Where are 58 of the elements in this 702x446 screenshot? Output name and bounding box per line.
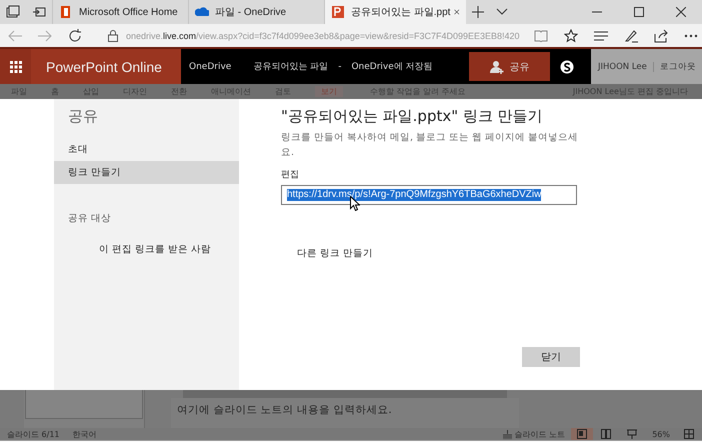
notes-button[interactable]: 슬라이드 노트 (502, 428, 566, 440)
close-icon[interactable] (454, 7, 460, 17)
sidebar-item[interactable]: 초대 (54, 138, 239, 161)
sidebar-item[interactable]: 링크 만들기 (54, 161, 239, 184)
slide-thumbnail[interactable] (25, 390, 143, 419)
sign-out-link[interactable]: 로그아웃 (660, 60, 696, 72)
refresh-icon[interactable] (68, 28, 82, 42)
app-name[interactable]: PowerPoint Online (31, 49, 181, 84)
slideshow-icon[interactable] (627, 429, 638, 439)
powerpoint-icon (331, 5, 345, 19)
app-grid-icon[interactable] (10, 60, 22, 72)
tabs-aside-icon[interactable] (6, 5, 20, 19)
language-label[interactable]: 한국어 (72, 428, 97, 440)
user-name[interactable]: JIHOON Lee (598, 62, 654, 72)
sidebar-title: 공유 (67, 107, 99, 126)
notes-icon[interactable] (502, 430, 512, 438)
horizontal-scrollbar[interactable] (183, 390, 507, 398)
tab-title: 파일 - OneDrive (215, 6, 286, 19)
separator: - (338, 62, 342, 72)
fit-slide-icon[interactable] (684, 429, 694, 439)
share-button[interactable]: 공유 (469, 52, 550, 81)
normal-view-icon[interactable] (577, 429, 588, 439)
description-text: 링크를 만들어 복사하여 메일, 블로그 또는 웹 페이지에 붙여넣으세요. (281, 131, 580, 160)
save-status: OneDrive에 저장됨 (351, 61, 434, 73)
chat-icon[interactable] (560, 60, 574, 74)
more-icon[interactable] (684, 34, 698, 38)
recipient-label: 이 편집 링크를 받은 사람 (98, 243, 212, 256)
share-icon[interactable] (654, 28, 668, 42)
lock-icon (108, 30, 118, 42)
reading-view-icon[interactable] (534, 30, 548, 42)
new-tab-icon[interactable] (472, 6, 484, 18)
app-launcher-button[interactable] (0, 49, 31, 84)
office-icon (59, 5, 73, 19)
tab-title: Microsoft Office Home (79, 6, 178, 18)
browser-tab[interactable]: 공유되어있는 파일.ppt (324, 0, 466, 24)
tab-title: 공유되어있는 파일.ppt (351, 6, 450, 19)
dialog-title: "공유되어있는 파일.pptx" 링크 만들기 (281, 107, 544, 126)
reading-view-icon[interactable] (601, 429, 612, 439)
slide-counter: 슬라이드 6/11 (7, 428, 60, 440)
tab-preview-icon[interactable] (32, 5, 46, 19)
menu-icon[interactable] (594, 30, 608, 40)
chevron-down-icon[interactable] (496, 8, 508, 16)
normal-view-button[interactable] (571, 428, 594, 440)
minimize-icon[interactable] (592, 11, 602, 13)
field-label: 편집 (281, 169, 300, 181)
close-icon[interactable] (676, 7, 686, 17)
breadcrumb-link[interactable]: OneDrive (189, 62, 232, 72)
pen-icon[interactable] (624, 28, 638, 42)
cloud-icon (195, 5, 209, 19)
favorite-star-icon[interactable] (564, 28, 578, 42)
zoom-level[interactable]: 56% (652, 430, 670, 438)
close-button[interactable]: 닫기 (522, 347, 580, 367)
notes-field[interactable]: 여기에 슬라이드 노트의 내용을 입력하세요. (171, 398, 519, 428)
file-name: 공유되어있는 파일 (253, 61, 328, 73)
create-another-link[interactable]: 다른 링크 만들기 (297, 247, 702, 260)
section-heading: 공유 대상 (67, 212, 112, 225)
maximize-icon[interactable] (634, 7, 644, 17)
person-add-icon[interactable] (490, 60, 504, 74)
